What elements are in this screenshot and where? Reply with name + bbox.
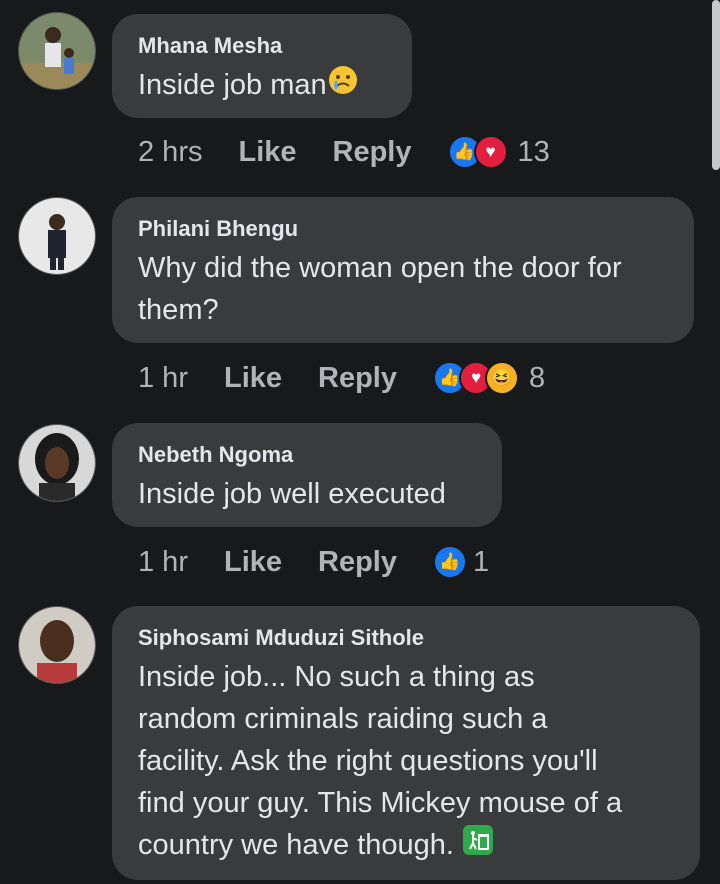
reaction-summary[interactable]: 👍 ♥ 😆 8 — [433, 361, 545, 395]
scrollbar[interactable] — [712, 0, 720, 170]
reaction-summary[interactable]: 👍 1 — [433, 545, 489, 579]
trash-bin-emoji-icon — [462, 824, 494, 868]
like-icon: 👍 — [433, 545, 467, 579]
like-button[interactable]: Like — [224, 362, 282, 395]
reaction-count: 13 — [517, 135, 550, 168]
comment-author[interactable]: Nebeth Ngoma — [138, 441, 476, 469]
comment-text: Why did the woman open the door for them… — [138, 247, 668, 331]
comment-actions: 1 hr Like Reply 👍 1 — [138, 542, 489, 582]
comment-text: Inside job... No such a thing as random … — [138, 656, 674, 868]
comment-time[interactable]: 1 hr — [138, 546, 188, 579]
avatar[interactable] — [18, 197, 96, 275]
comment-text: Inside job well executed — [138, 478, 446, 510]
comment-text-line: find your guy. This Mickey mouse of a — [138, 787, 623, 819]
comment-text-line: them? — [138, 294, 219, 326]
reaction-count: 1 — [473, 545, 490, 578]
comment-text-line: Inside job... No such a thing as — [138, 661, 535, 693]
like-button[interactable]: Like — [238, 136, 296, 169]
comment-time[interactable]: 2 hrs — [138, 136, 202, 169]
comment-text-body: Inside job man — [138, 69, 327, 101]
comment-text-line: random criminals raiding such a — [138, 703, 548, 735]
haha-icon: 😆 — [485, 361, 519, 395]
reply-button[interactable]: Reply — [318, 546, 397, 579]
like-button[interactable]: Like — [224, 546, 282, 579]
love-icon: ♥ — [473, 135, 508, 169]
comment-bubble: Siphosami Mduduzi Sithole Inside job... … — [112, 606, 700, 880]
avatar[interactable] — [18, 606, 96, 684]
avatar[interactable] — [18, 424, 96, 502]
comment-text-line: country we have though. — [138, 824, 674, 868]
comment-bubble: Nebeth Ngoma Inside job well executed — [112, 423, 502, 527]
comment-actions: 1 hr Like Reply 👍 ♥ 😆 8 — [138, 358, 545, 398]
comment-text: Inside job man — [138, 64, 386, 108]
reply-button[interactable]: Reply — [318, 362, 397, 395]
reaction-summary[interactable]: 👍 ♥ 13 — [447, 135, 550, 169]
comment-text-line: Why did the woman open the door for — [138, 252, 622, 284]
crying-smile-emoji-icon — [327, 64, 359, 108]
comment-bubble: Philani Bhengu Why did the woman open th… — [112, 197, 694, 343]
comment-bubble: Mhana Mesha Inside job man — [112, 14, 412, 118]
reaction-count: 8 — [529, 361, 546, 394]
comment-actions: 2 hrs Like Reply 👍 ♥ 13 — [138, 132, 550, 172]
comment-text-line: facility. Ask the right questions you'll — [138, 745, 598, 777]
reply-button[interactable]: Reply — [333, 136, 412, 169]
comment-text-line-body: country we have though. — [138, 829, 454, 861]
avatar[interactable] — [18, 12, 96, 90]
comment-time[interactable]: 1 hr — [138, 362, 188, 395]
comment-author[interactable]: Siphosami Mduduzi Sithole — [138, 624, 674, 652]
comment-author[interactable]: Mhana Mesha — [138, 32, 386, 60]
comment-author[interactable]: Philani Bhengu — [138, 215, 668, 243]
